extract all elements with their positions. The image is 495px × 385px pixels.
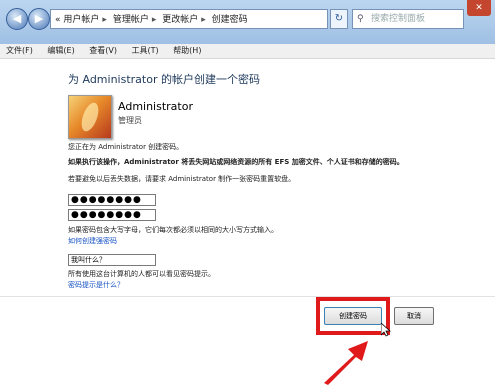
breadcrumb-separator-icon: ▸ (151, 15, 157, 25)
user-role: 管理员 (118, 116, 142, 125)
confirm-password-field[interactable]: ●●●●●●●● (68, 209, 156, 221)
breadcrumb-item[interactable]: 管理帐户 (113, 15, 149, 25)
search-input[interactable]: ⚲ 搜索控制面板 (352, 9, 464, 29)
password-hint-link[interactable]: 密码提示是什么？ (68, 280, 124, 290)
address-bar[interactable]: « 用户帐户 ▸ 管理帐户 ▸ 更改帐户 ▸ 创建密码 (50, 9, 328, 29)
window-titlebar: ◀ ▶ « 用户帐户 ▸ 管理帐户 ▸ 更改帐户 ▸ 创建密码 ↻ ⚲ 搜索控制面板 … (0, 0, 495, 45)
refresh-icon[interactable]: ↻ (330, 9, 348, 29)
menu-item-edit[interactable]: 编辑(E) (41, 44, 80, 58)
warning-text: 如果执行该操作，Administrator 将丢失网站或网络资源的所有 EFS … (68, 158, 404, 166)
case-note-text: 如果密码包含大写字母，它们每次都必须以相同的大小写方式输入。 (68, 226, 278, 234)
mouse-cursor-icon (381, 323, 391, 337)
page-title: 为 Administrator 的帐户创建一个密码 (68, 73, 260, 86)
breadcrumb-separator-icon: ▸ (102, 15, 107, 25)
close-button[interactable]: ✕ (467, 0, 491, 16)
breadcrumb-item[interactable]: 创建密码 (212, 15, 248, 25)
search-icon: ⚲ (357, 14, 364, 24)
breadcrumb-item[interactable]: 更改帐户 (162, 15, 198, 25)
menu-item-help[interactable]: 帮助(H) (167, 44, 207, 58)
red-arrow-icon (324, 341, 368, 385)
divider (0, 296, 495, 297)
back-arrow-icon[interactable]: ◀ (6, 8, 28, 30)
highlight-box (316, 297, 390, 335)
breadcrumb-item[interactable]: 用户帐户 (63, 15, 99, 25)
forward-arrow-icon[interactable]: ▶ (28, 8, 50, 30)
new-password-field[interactable]: ●●●●●●●● (68, 194, 156, 206)
main-content: 为 Administrator 的帐户创建一个密码 Administrator … (0, 59, 495, 385)
menu-item-tools[interactable]: 工具(T) (126, 44, 165, 58)
password-hint-field[interactable]: 我叫什么？ (68, 254, 156, 266)
menu-item-file[interactable]: 文件(F) (0, 44, 39, 58)
strong-password-link[interactable]: 如何创建强密码 (68, 236, 117, 246)
user-name: Administrator (118, 100, 193, 113)
menu-item-view[interactable]: 查看(V) (83, 44, 123, 58)
cancel-button[interactable]: 取消 (394, 307, 434, 325)
breadcrumb-separator-icon: ▸ (201, 15, 206, 25)
search-placeholder: 搜索控制面板 (371, 14, 426, 24)
reset-disk-text: 若要避免以后丢失数据，请要求 Administrator 制作一张密码重置软盘。 (68, 175, 296, 183)
info-text: 您正在为 Administrator 创建密码。 (68, 143, 184, 151)
hint-note-text: 所有使用这台计算机的人都可以看见密码提示。 (68, 270, 215, 278)
user-avatar (68, 95, 112, 139)
address-prefix: « (55, 15, 61, 25)
menu-bar: 文件(F) 编辑(E) 查看(V) 工具(T) 帮助(H) (0, 44, 495, 59)
